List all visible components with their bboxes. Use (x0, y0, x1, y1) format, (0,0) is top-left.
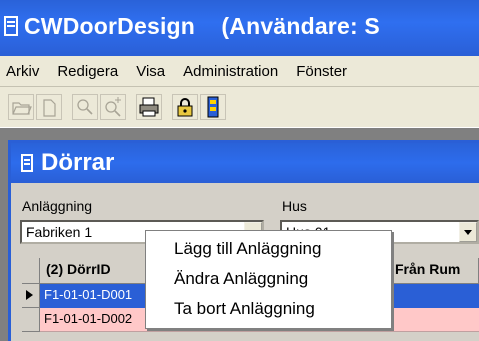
menu-arkiv[interactable]: Arkiv (0, 63, 48, 80)
toolbar (0, 87, 479, 128)
context-item-edit[interactable]: Ändra Anläggning (174, 269, 308, 295)
hus-dropdown-button[interactable] (459, 222, 477, 242)
column-header-fran-rum[interactable]: Från Rum (389, 258, 479, 284)
hus-label: Hus (282, 198, 307, 214)
doorid-cell: F1-01-01-D001 (44, 287, 133, 302)
zoom-icon (77, 99, 93, 115)
zoom-in-icon (105, 97, 121, 117)
context-item-delete[interactable]: Ta bort Anläggning (174, 299, 315, 325)
menu-fonster[interactable]: Fönster (287, 63, 356, 80)
lock-button[interactable] (172, 94, 198, 120)
zoom-in-button[interactable] (100, 94, 126, 120)
child-title: Dörrar (41, 149, 115, 176)
zoom-button[interactable] (72, 94, 98, 120)
open-folder-icon (12, 102, 32, 115)
door-icon (207, 96, 219, 118)
lock-icon (177, 98, 193, 117)
print-icon (139, 97, 159, 117)
app-title-bar: CWDoorDesign (Användare: S (0, 0, 479, 56)
row-selector[interactable] (22, 284, 40, 308)
current-row-icon (26, 290, 33, 300)
doorid-cell: F1-01-01-D002 (44, 311, 133, 326)
door-button[interactable] (200, 94, 226, 120)
column-header-dorrid[interactable]: (2) DörrID (40, 258, 156, 284)
context-menu: Lägg till Anläggning Ändra Anläggning Ta… (145, 230, 392, 329)
child-title-bar: Dörrar (11, 143, 479, 183)
anlaggning-label: Anläggning (22, 198, 93, 214)
menu-bar: Arkiv Redigera Visa Administration Fönst… (0, 56, 479, 87)
print-button[interactable] (136, 94, 162, 120)
menu-visa[interactable]: Visa (127, 63, 174, 80)
menu-redigera[interactable]: Redigera (48, 63, 127, 80)
door-icon[interactable] (21, 154, 33, 172)
app-title: CWDoorDesign (Användare: S (24, 13, 380, 39)
open-button[interactable] (8, 94, 34, 120)
menu-administration[interactable]: Administration (174, 63, 287, 80)
grid-corner (22, 258, 40, 284)
context-item-add[interactable]: Lägg till Anläggning (174, 239, 321, 265)
new-button[interactable] (36, 94, 62, 120)
chevron-down-icon (464, 230, 472, 235)
row-selector[interactable] (22, 308, 40, 332)
new-document-icon (43, 99, 56, 117)
door-icon[interactable] (4, 16, 18, 36)
